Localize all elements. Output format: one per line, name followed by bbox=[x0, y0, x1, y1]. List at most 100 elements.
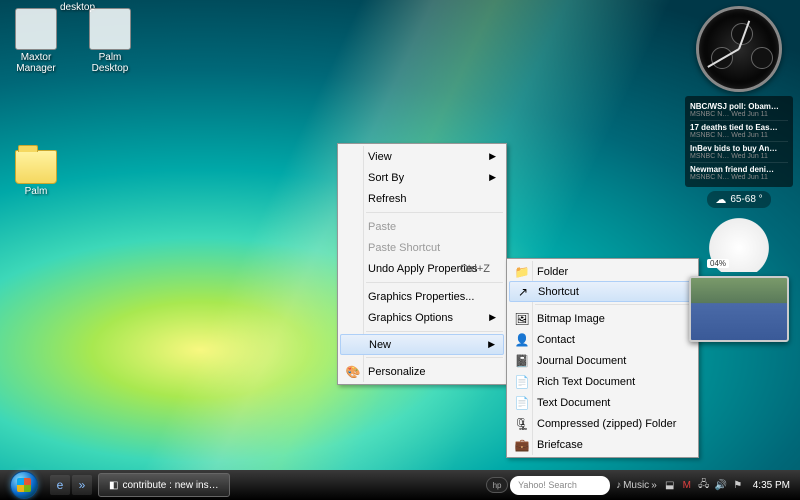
feed-item[interactable]: InBev bids to buy An…MSNBC N… Wed Jun 11 bbox=[690, 142, 788, 163]
menu-item-folder[interactable]: 📁Folder bbox=[509, 261, 696, 282]
menu-item-personalize[interactable]: 🎨Personalize bbox=[340, 361, 504, 382]
menu-item-icon: ↗ bbox=[515, 284, 531, 300]
tray-network-icon[interactable]: 🖧 bbox=[697, 478, 711, 492]
tray-icon[interactable]: ⬓ bbox=[663, 478, 677, 492]
submenu-arrow-icon: ▶ bbox=[489, 151, 496, 162]
weather-gadget[interactable]: 65-68 ° bbox=[707, 191, 770, 208]
tray-volume-icon[interactable]: 🔊 bbox=[714, 478, 728, 492]
menu-item-label: New bbox=[369, 339, 391, 351]
task-icon: ◧ bbox=[109, 480, 118, 491]
slideshow-gadget[interactable] bbox=[689, 276, 789, 342]
menu-item-label: Briefcase bbox=[537, 439, 583, 451]
yahoo-search-box[interactable]: Yahoo! Search bbox=[510, 476, 610, 495]
submenu-arrow-icon: ▶ bbox=[488, 339, 495, 350]
desktop-icon-palm-folder[interactable]: Palm bbox=[8, 142, 64, 197]
menu-item-journal-document[interactable]: 📓Journal Document bbox=[509, 350, 696, 371]
menu-item-graphics-options[interactable]: Graphics Options ▶ bbox=[340, 307, 504, 328]
menu-item-new[interactable]: New ▶ bbox=[340, 334, 504, 355]
clock-gadget[interactable] bbox=[696, 6, 782, 92]
feed-title: 17 deaths tied to Eas… bbox=[690, 123, 788, 132]
menu-item-label: Personalize bbox=[368, 366, 425, 378]
tray-icon[interactable]: M bbox=[680, 478, 694, 492]
feed-item[interactable]: Newman friend deni…MSNBC N… Wed Jun 11 bbox=[690, 163, 788, 183]
menu-item-rich-text-document[interactable]: 📄 Rich Text Document bbox=[509, 371, 696, 392]
menu-item-label: Journal Document bbox=[537, 355, 626, 367]
tray-icon[interactable]: ⚑ bbox=[731, 478, 745, 492]
menu-separator bbox=[535, 304, 695, 305]
taskbar: e » ◧ contribute : new ins… hp Yahoo! Se… bbox=[0, 470, 800, 500]
feed-title: NBC/WSJ poll: Obam… bbox=[690, 102, 788, 111]
sidebar: NBC/WSJ poll: Obam…MSNBC N… Wed Jun 1117… bbox=[684, 6, 794, 342]
feed-title: Newman friend deni… bbox=[690, 165, 788, 174]
icon-label: Maxtor Manager bbox=[8, 52, 64, 74]
hp-logo[interactable]: hp bbox=[486, 477, 508, 493]
menu-item-label: Rich Text Document bbox=[537, 376, 635, 388]
menu-item-icon: 👤 bbox=[514, 332, 530, 348]
windows-orb-icon bbox=[10, 471, 38, 499]
chevron-icon: » bbox=[651, 480, 657, 491]
task-label: contribute : new ins… bbox=[122, 480, 218, 491]
menu-item-text-document[interactable]: 📄 Text Document bbox=[509, 392, 696, 413]
feed-item[interactable]: 17 deaths tied to Eas…MSNBC N… Wed Jun 1… bbox=[690, 121, 788, 142]
taskbar-task-contribute[interactable]: ◧ contribute : new ins… bbox=[98, 473, 230, 497]
menu-item-label: Text Document bbox=[537, 397, 610, 409]
menu-item-undo-apply-properties[interactable]: Undo Apply PropertiesCtrl+Z bbox=[340, 258, 504, 279]
menu-shortcut: Ctrl+Z bbox=[460, 263, 490, 275]
menu-item-label: Bitmap Image bbox=[537, 313, 605, 325]
menu-item-view[interactable]: View ▶ bbox=[340, 146, 504, 167]
menu-item-refresh[interactable]: Refresh bbox=[340, 188, 504, 209]
system-tray: ⬓ M 🖧 🔊 ⚑ bbox=[663, 478, 745, 492]
menu-item-briefcase[interactable]: 💼 Briefcase bbox=[509, 434, 696, 455]
menu-item-icon: 💼 bbox=[514, 437, 530, 453]
quick-launch-item[interactable]: » bbox=[72, 475, 92, 495]
menu-item-label: Paste bbox=[368, 221, 396, 233]
menu-item-label: Graphics Options bbox=[368, 312, 453, 324]
folder-icon bbox=[15, 150, 57, 184]
music-label: Music bbox=[623, 480, 649, 491]
menu-separator bbox=[366, 357, 503, 358]
menu-separator bbox=[366, 331, 503, 332]
menu-item-paste-shortcut: Paste Shortcut bbox=[340, 237, 504, 258]
menu-item-graphics-properties-[interactable]: Graphics Properties... bbox=[340, 286, 504, 307]
menu-item-label: Folder bbox=[537, 266, 568, 278]
menu-item-contact[interactable]: 👤 Contact bbox=[509, 329, 696, 350]
desktop-icon-palm-desktop[interactable]: Palm Desktop bbox=[82, 8, 138, 197]
quick-launch-ie[interactable]: e bbox=[50, 475, 70, 495]
menu-item-label: Shortcut bbox=[538, 286, 579, 298]
music-toolbar[interactable]: ♪ Music » bbox=[612, 480, 661, 491]
menu-item-shortcut[interactable]: ↗ Shortcut bbox=[509, 281, 696, 302]
feed-meta: MSNBC N… Wed Jun 11 bbox=[690, 153, 788, 160]
submenu-arrow-icon: ▶ bbox=[489, 312, 496, 323]
menu-separator bbox=[366, 282, 503, 283]
icon-label: Palm bbox=[8, 186, 64, 197]
icon-label: Palm Desktop bbox=[82, 52, 138, 74]
submenu-arrow-icon: ▶ bbox=[489, 172, 496, 183]
menu-item-bitmap-image[interactable]: 🖼Bitmap Image bbox=[509, 308, 696, 329]
menu-item-label: Graphics Properties... bbox=[368, 291, 474, 303]
feed-meta: MSNBC N… Wed Jun 11 bbox=[690, 174, 788, 181]
menu-item-label: Compressed (zipped) Folder bbox=[537, 418, 676, 430]
feed-meta: MSNBC N… Wed Jun 11 bbox=[690, 111, 788, 118]
menu-item-icon: 🗜 bbox=[514, 416, 530, 432]
menu-item-icon: 📄 bbox=[514, 374, 530, 390]
menu-item-compressed-zipped-folder[interactable]: 🗜 Compressed (zipped) Folder bbox=[509, 413, 696, 434]
desktop-icons: Maxtor Manager Palm Palm Desktop bbox=[8, 8, 138, 197]
context-submenu-new: 📁Folder ↗ Shortcut 🖼Bitmap Image 👤 Contact 📓Jo… bbox=[506, 258, 699, 458]
feed-title: InBev bids to buy An… bbox=[690, 144, 788, 153]
menu-item-label: View bbox=[368, 151, 392, 163]
desktop-icon-maxtor[interactable]: Maxtor Manager bbox=[8, 8, 64, 74]
menu-item-label: Contact bbox=[537, 334, 575, 346]
clock-subdial bbox=[751, 47, 773, 69]
taskbar-clock[interactable]: 4:35 PM bbox=[747, 480, 796, 491]
feed-item[interactable]: NBC/WSJ poll: Obam…MSNBC N… Wed Jun 11 bbox=[690, 100, 788, 121]
quick-launch: e » bbox=[46, 475, 96, 495]
search-placeholder: Yahoo! Search bbox=[518, 480, 577, 490]
start-button[interactable] bbox=[4, 470, 44, 500]
weather-text: 65-68 ° bbox=[730, 194, 762, 205]
cpu-meter-gadget[interactable]: 04% bbox=[699, 212, 779, 272]
menu-item-label: Sort By bbox=[368, 172, 404, 184]
feed-gadget[interactable]: NBC/WSJ poll: Obam…MSNBC N… Wed Jun 1117… bbox=[685, 96, 793, 187]
menu-item-icon: 📄 bbox=[514, 395, 530, 411]
menu-item-sort-by[interactable]: Sort By ▶ bbox=[340, 167, 504, 188]
app-icon bbox=[15, 8, 57, 50]
